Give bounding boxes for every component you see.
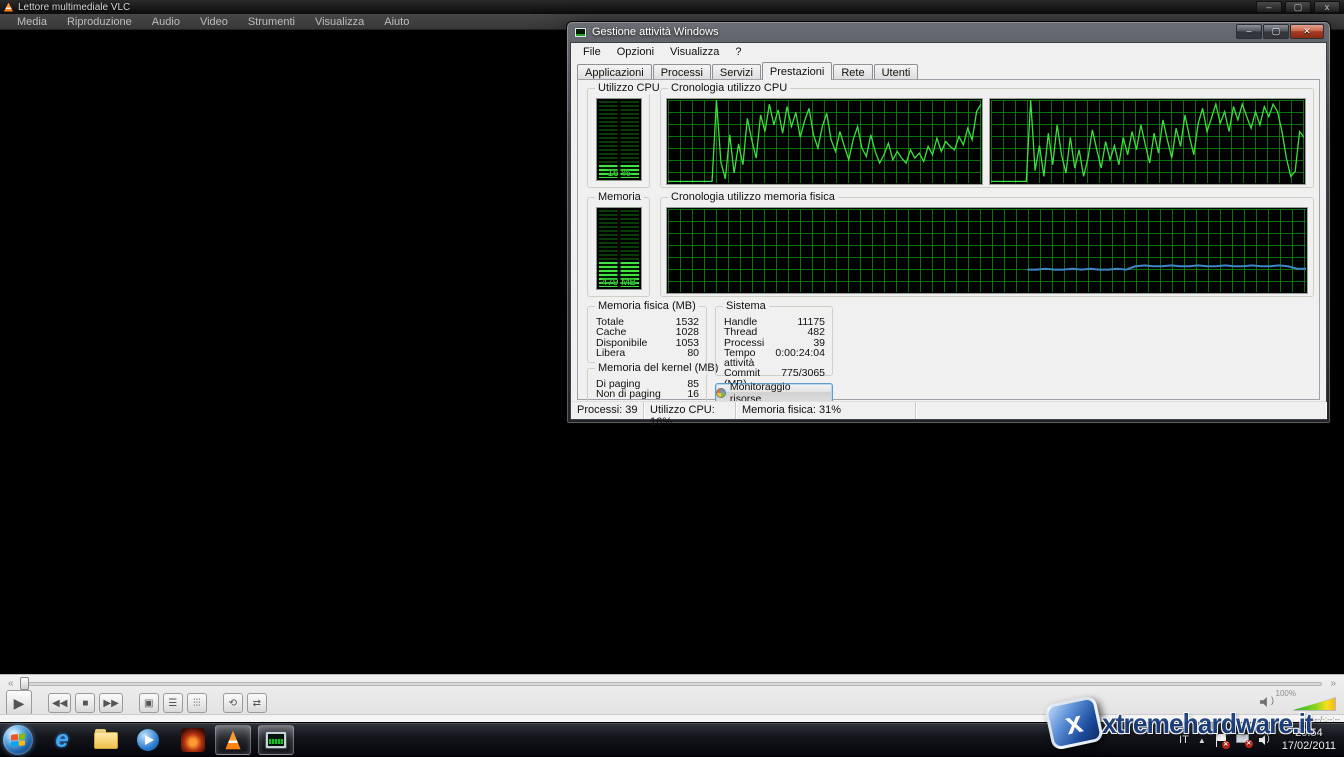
internet-explorer-icon: e — [55, 729, 68, 751]
vlc-cone-icon — [4, 3, 13, 12]
windows-logo-icon — [11, 733, 25, 746]
memory-history-group: Cronologia utilizzo memoria fisica — [660, 197, 1314, 297]
seek-forward-icon[interactable]: » — [1330, 678, 1336, 690]
tm-minimize-button[interactable]: – — [1236, 24, 1262, 39]
vlc-menu-strumenti[interactable]: Strumenti — [239, 15, 304, 29]
seek-handle[interactable] — [20, 677, 29, 690]
memory-label: Memoria — [595, 191, 644, 203]
vlc-cone-icon — [223, 730, 243, 750]
vlc-close-button[interactable]: x — [1314, 1, 1340, 13]
start-button[interactable] — [3, 725, 33, 755]
shuffle-button[interactable]: ⇄ — [247, 693, 267, 713]
watermark: x xtremehardware.it — [1042, 698, 1344, 750]
folder-icon — [94, 732, 118, 749]
task-manager-title: Gestione attività Windows — [592, 26, 719, 38]
play-button[interactable]: ▶ — [6, 690, 32, 716]
kernel-memory-group: Memoria del kernel (MB) Di paging85 Non … — [587, 368, 707, 404]
tm-menu-help[interactable]: ? — [727, 44, 749, 60]
vlc-menu-visualizza[interactable]: Visualizza — [306, 15, 373, 29]
vlc-maximize-button[interactable]: ▢ — [1285, 1, 1311, 13]
vlc-minimize-button[interactable]: – — [1256, 1, 1282, 13]
task-manager-icon — [574, 27, 587, 38]
status-cpu: Utilizzo CPU: 16% — [644, 402, 736, 419]
physical-memory-label: Memoria fisica (MB) — [595, 300, 699, 312]
stop-button[interactable]: ■ — [75, 693, 95, 713]
system-group: Sistema Handle11175 Thread482 Processi39… — [715, 306, 833, 376]
tm-menu-visualizza[interactable]: Visualizza — [662, 44, 727, 60]
tm-menu-opzioni[interactable]: Opzioni — [609, 44, 662, 60]
cpu-usage-value: 16 % — [597, 168, 641, 179]
stat-row: Libera80 — [596, 348, 699, 358]
task-manager-titlebar[interactable]: Gestione attività Windows – ▢ ✕ — [567, 22, 1330, 42]
cpu-usage-group: Utilizzo CPU 16 % — [587, 88, 650, 188]
video-toggle-button[interactable]: ▣ — [139, 693, 159, 713]
tab-utenti[interactable]: Utenti — [874, 64, 919, 80]
previous-button[interactable]: ◀◀ — [48, 693, 71, 713]
tm-menu-file[interactable]: File — [575, 44, 609, 60]
vlc-titlebar[interactable]: Lettore multimediale VLC – ▢ x — [0, 0, 1344, 14]
tab-prestazioni[interactable]: Prestazioni — [762, 62, 832, 80]
cpu-history-graph-core2 — [989, 98, 1306, 185]
seek-back-icon[interactable]: « — [8, 678, 14, 690]
physical-memory-group: Memoria fisica (MB) Totale1532 Cache1028… — [587, 306, 707, 363]
tab-applicazioni[interactable]: Applicazioni — [577, 64, 652, 80]
cpu-usage-meter: 16 % — [596, 98, 642, 181]
taskbar-item-task-manager[interactable] — [258, 725, 294, 755]
taskbar-item-media-player[interactable] — [130, 725, 166, 755]
tm-menubar: File Opzioni Visualizza ? — [571, 43, 1326, 61]
vlc-menu-video[interactable]: Video — [191, 15, 237, 29]
loop-button[interactable]: ⟲ — [223, 693, 243, 713]
tm-status-bar: Processi: 39 Utilizzo CPU: 16% Memoria f… — [571, 401, 1326, 419]
vlc-menu-riproduzione[interactable]: Riproduzione — [58, 15, 141, 29]
extended-settings-button[interactable]: ⫶⫶⫶ — [187, 693, 207, 713]
taskbar-item-vlc[interactable] — [215, 725, 251, 755]
taskbar-item-explorer[interactable] — [88, 725, 124, 755]
tm-close-button[interactable]: ✕ — [1290, 24, 1324, 39]
seek-bar[interactable] — [22, 682, 1322, 686]
system-label: Sistema — [723, 300, 769, 312]
stat-row: Tempo attività0:00:24:04 — [724, 348, 825, 369]
resource-monitor-button[interactable]: Monitoraggio risorse... — [715, 383, 833, 403]
tab-servizi[interactable]: Servizi — [712, 64, 761, 80]
kernel-memory-label: Memoria del kernel (MB) — [595, 362, 721, 374]
tab-processi[interactable]: Processi — [653, 64, 711, 80]
memory-history-graph — [666, 207, 1308, 294]
taskbar-item-internet-explorer[interactable]: e — [44, 725, 80, 755]
status-memory: Memoria fisica: 31% — [736, 402, 916, 419]
stat-row: Non di paging16 — [596, 389, 699, 399]
memory-value: 479 MB — [597, 277, 641, 288]
next-button[interactable]: ▶▶ — [99, 693, 122, 713]
cpu-history-graph-core1 — [666, 98, 983, 185]
vlc-menu-audio[interactable]: Audio — [143, 15, 189, 29]
task-manager-taskbar-icon — [265, 731, 287, 749]
flame-app-icon — [181, 728, 205, 752]
status-processes: Processi: 39 — [571, 402, 644, 419]
taskbar-item-flame-app[interactable] — [175, 725, 211, 755]
vlc-menu-media[interactable]: Media — [8, 15, 56, 29]
cpu-history-label: Cronologia utilizzo CPU — [668, 82, 790, 94]
xtremehardware-logo-icon: x — [1044, 695, 1104, 751]
tab-rete[interactable]: Rete — [833, 64, 872, 80]
memory-history-label: Cronologia utilizzo memoria fisica — [668, 191, 838, 203]
vlc-menu-aiuto[interactable]: Aiuto — [375, 15, 418, 29]
tm-maximize-button[interactable]: ▢ — [1263, 24, 1289, 39]
memory-group: Memoria 479 MB — [587, 197, 650, 297]
watermark-text: xtremehardware.it — [1102, 708, 1313, 740]
vlc-window-title: Lettore multimediale VLC — [18, 2, 130, 13]
media-player-icon — [137, 729, 159, 751]
playlist-button[interactable]: ☰ — [163, 693, 183, 713]
memory-meter: 479 MB — [596, 207, 642, 290]
performance-tab-page: Utilizzo CPU 16 % Cronologia utilizzo CP… — [577, 79, 1320, 400]
cpu-usage-label: Utilizzo CPU — [595, 82, 663, 94]
resource-monitor-icon — [716, 388, 726, 398]
tm-tab-strip: Applicazioni Processi Servizi Prestazion… — [577, 62, 1320, 80]
cpu-history-group: Cronologia utilizzo CPU — [660, 88, 1314, 188]
task-manager-window: Gestione attività Windows – ▢ ✕ File Opz… — [566, 21, 1331, 424]
